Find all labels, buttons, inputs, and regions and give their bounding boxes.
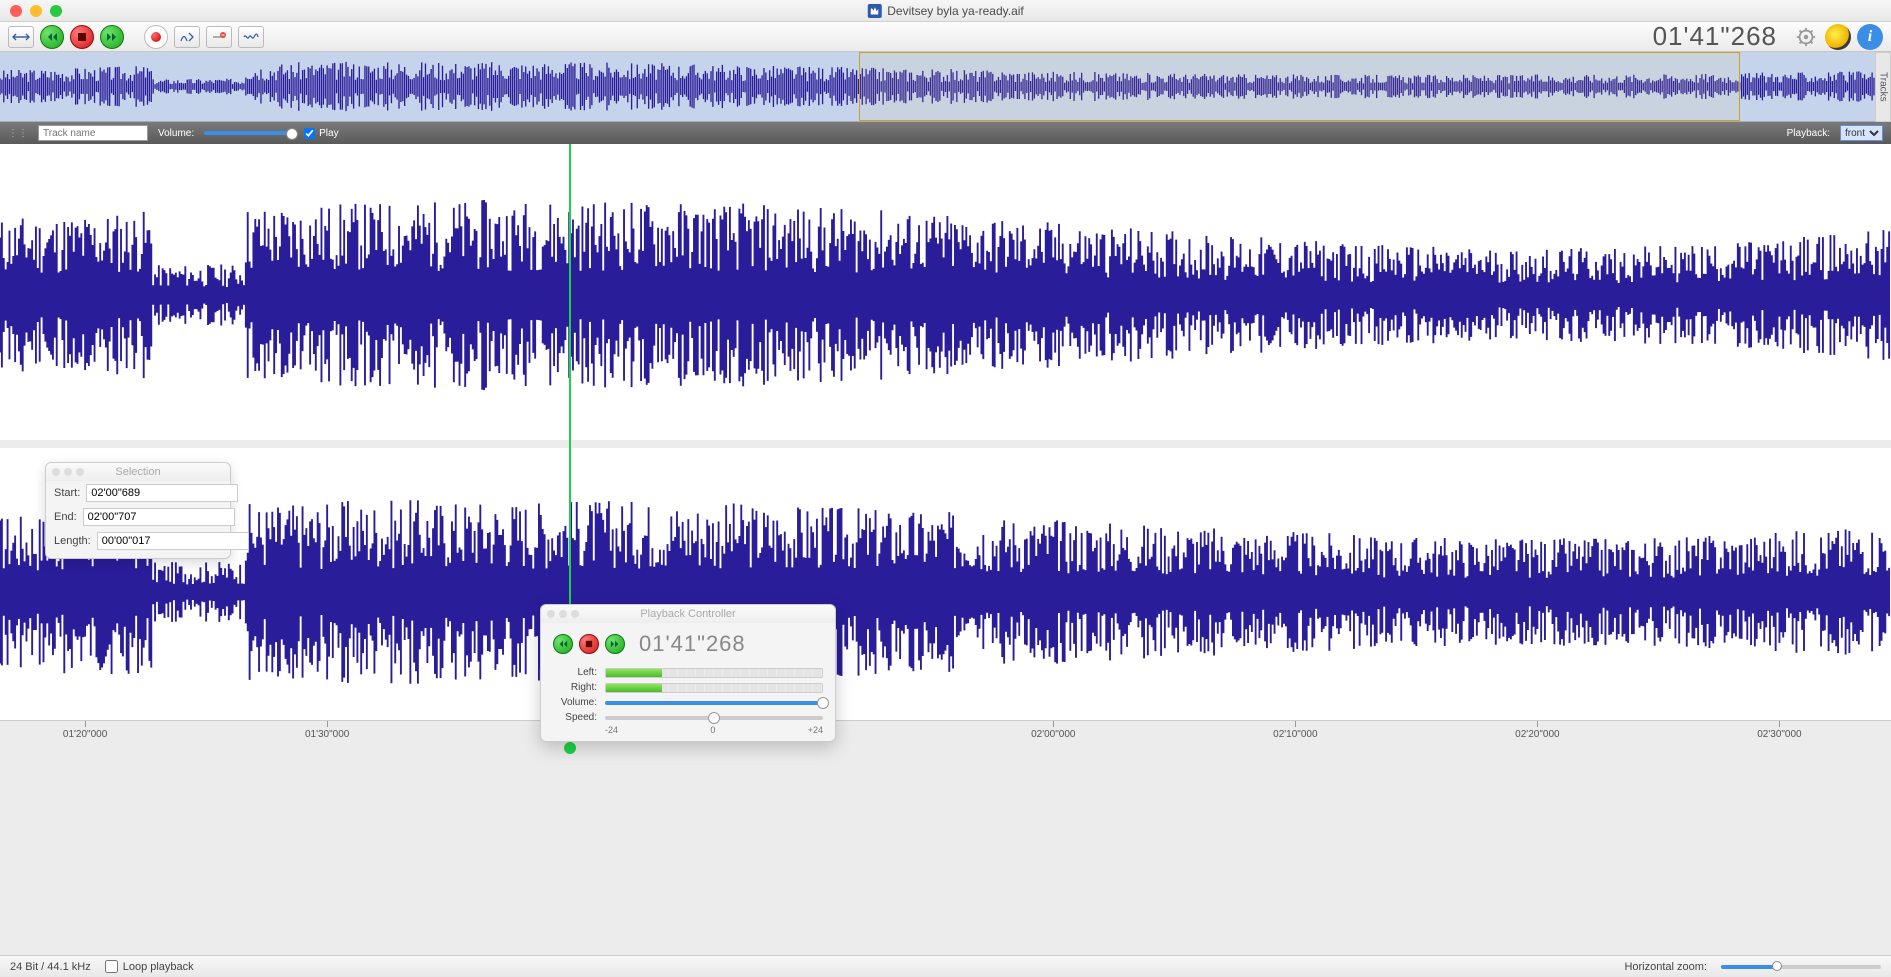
selection-end-input[interactable] — [83, 508, 235, 526]
pb-time-display: 01'41"268 — [639, 631, 746, 657]
volume-label: Volume: — [158, 128, 194, 139]
window-title: Devitsey byla ya-ready.aif — [867, 4, 1024, 18]
ruler-tick-label: 02'30"000 — [1757, 729, 1801, 740]
loop-playback-checkbox[interactable] — [105, 960, 118, 973]
playback-controller-panel[interactable]: Playback Controller 01'41"268 Left: Righ… — [540, 604, 836, 742]
selection-length-label: Length: — [54, 535, 91, 547]
overview-selection[interactable] — [859, 52, 1740, 121]
window-close-button[interactable] — [10, 5, 22, 17]
main-waveform-area[interactable]: 01'20"00001'30"00001'40"00001'50"00002'0… — [0, 144, 1891, 744]
ruler-tick-label: 01'20"000 — [63, 729, 107, 740]
selection-panel-title: Selection — [115, 466, 160, 478]
grip-icon: ⋮⋮ — [8, 128, 28, 139]
ruler-tick-label: 02'10"000 — [1273, 729, 1317, 740]
tracks-tab[interactable]: Tracks — [1875, 52, 1891, 122]
pb-stop-button[interactable] — [579, 634, 599, 654]
window-titlebar: Devitsey byla ya-ready.aif — [0, 0, 1891, 22]
play-checkbox-wrap[interactable]: Play — [304, 128, 338, 139]
zoom-label: Horizontal zoom: — [1624, 961, 1707, 973]
pb-right-meter — [605, 683, 823, 693]
ruler-tick-label: 02'20"000 — [1515, 729, 1559, 740]
playback-mode-select[interactable]: front — [1840, 125, 1883, 141]
track-name-input[interactable] — [38, 125, 148, 141]
playback-panel-titlebar[interactable]: Playback Controller — [541, 605, 835, 623]
overview-waveform[interactable] — [0, 52, 1891, 122]
pb-volume-slider[interactable] — [605, 701, 823, 705]
selection-start-label: Start: — [54, 487, 80, 499]
stop-button[interactable] — [70, 25, 94, 49]
traffic-lights — [0, 5, 62, 17]
window-minimize-button[interactable] — [30, 5, 42, 17]
loop-playback-label: Loop playback — [123, 961, 194, 973]
pb-left-meter — [605, 668, 823, 678]
pb-right-label: Right: — [553, 682, 597, 693]
selection-start-input[interactable] — [86, 484, 238, 502]
ruler-tick-label: 01'30"000 — [305, 729, 349, 740]
document-icon — [867, 4, 881, 18]
rewind-button[interactable] — [40, 25, 64, 49]
loop-playback-wrap[interactable]: Loop playback — [105, 960, 194, 973]
marker-tool-button[interactable] — [174, 26, 200, 48]
selection-panel[interactable]: Selection Start: End: Length: — [45, 462, 231, 559]
settings-button[interactable] — [1793, 24, 1819, 50]
selection-panel-titlebar[interactable]: Selection — [46, 463, 230, 481]
pb-speed-slider[interactable] — [605, 716, 823, 720]
selection-length-input[interactable] — [97, 532, 249, 550]
pb-rewind-button[interactable] — [553, 634, 573, 654]
selection-end-label: End: — [54, 511, 77, 523]
channel-gap — [0, 440, 1891, 448]
playback-mode-label: Playback: — [1787, 128, 1830, 139]
pb-speed-scale: -24 0 +24 — [541, 725, 835, 741]
window-zoom-button[interactable] — [50, 5, 62, 17]
pb-play-button[interactable] — [605, 634, 625, 654]
horizontal-zoom-slider[interactable] — [1721, 965, 1881, 969]
toolbar-time-display: 01'41"268 — [1653, 21, 1777, 52]
record-button[interactable] — [144, 25, 168, 49]
play-checkbox[interactable] — [304, 128, 315, 139]
ruler-tick-label: 02'00"000 — [1031, 729, 1075, 740]
clear-tool-button[interactable] — [206, 26, 232, 48]
window-title-text: Devitsey byla ya-ready.aif — [887, 4, 1024, 18]
waveform-right-channel[interactable] — [0, 449, 1891, 735]
pb-volume-label: Volume: — [553, 697, 597, 708]
pb-speed-label: Speed: — [553, 712, 597, 723]
track-volume-slider[interactable] — [204, 131, 294, 135]
playback-panel-title: Playback Controller — [640, 608, 735, 620]
waveform-left-channel[interactable] — [0, 152, 1891, 438]
play-button[interactable] — [100, 25, 124, 49]
info-button[interactable]: i — [1857, 24, 1883, 50]
fit-selection-button[interactable] — [8, 26, 34, 48]
time-ruler[interactable]: 01'20"00001'30"00001'40"00001'50"00002'0… — [0, 720, 1891, 744]
track-header-bar: ⋮⋮ Volume: Play Playback: front — [0, 122, 1891, 144]
pb-left-label: Left: — [553, 667, 597, 678]
audio-format-label: 24 Bit / 44.1 kHz — [10, 961, 91, 973]
status-bar: 24 Bit / 44.1 kHz Loop playback Horizont… — [0, 955, 1891, 977]
play-checkbox-label: Play — [319, 128, 338, 139]
burn-button[interactable] — [1825, 24, 1851, 50]
main-toolbar: 01'41"268 i — [0, 22, 1891, 52]
wave-tool-button[interactable] — [238, 26, 264, 48]
